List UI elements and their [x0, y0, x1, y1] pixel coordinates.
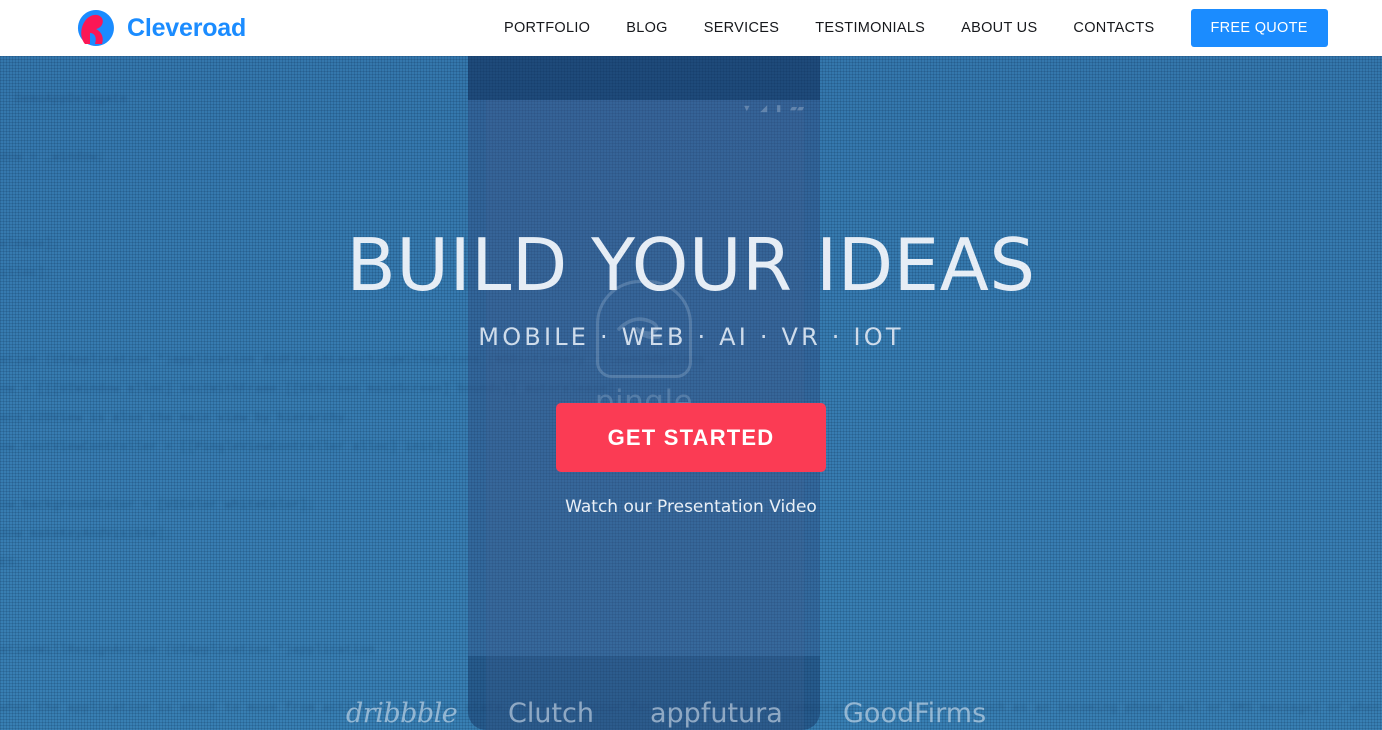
- watch-presentation-video-link[interactable]: Watch our Presentation Video: [565, 497, 817, 517]
- nav-item-blog[interactable]: BLOG: [608, 20, 686, 36]
- free-quote-button[interactable]: FREE QUOTE: [1190, 9, 1328, 47]
- nav-item-portfolio[interactable]: PORTFOLIO: [504, 20, 608, 36]
- partner-logo-clutch[interactable]: Clutch: [508, 698, 594, 729]
- cleveroad-r-logo-icon: [76, 8, 116, 48]
- nav-item-testimonials[interactable]: TESTIMONIALS: [797, 20, 943, 36]
- nav-item-about-us[interactable]: ABOUT US: [943, 20, 1055, 36]
- hero-section: DemoAppDelegatedow = _window;elease];ill…: [0, 56, 1382, 730]
- get-started-button[interactable]: GET STARTED: [555, 403, 827, 472]
- main-nav: PORTFOLIO BLOG SERVICES TESTIMONIALS ABO…: [504, 0, 1328, 56]
- hero-content: BUILD YOUR IDEAS MOBILE · WEB · AI · VR …: [0, 56, 1382, 730]
- partner-logo-goodfirms[interactable]: GoodFirms: [843, 698, 986, 729]
- partner-logo-appfutura[interactable]: appfutura: [650, 698, 783, 729]
- partner-logo-dribbble[interactable]: dribbble: [346, 698, 458, 729]
- site-header: Cleveroad PORTFOLIO BLOG SERVICES TESTIM…: [0, 0, 1382, 56]
- page-title: BUILD YOUR IDEAS: [346, 223, 1036, 307]
- nav-item-contacts[interactable]: CONTACTS: [1055, 20, 1172, 36]
- brand-name: Cleveroad: [127, 13, 247, 42]
- hero-subtitle: MOBILE · WEB · AI · VR · IOT: [478, 323, 904, 351]
- brand-logo[interactable]: Cleveroad: [76, 8, 246, 48]
- nav-item-services[interactable]: SERVICES: [686, 20, 797, 36]
